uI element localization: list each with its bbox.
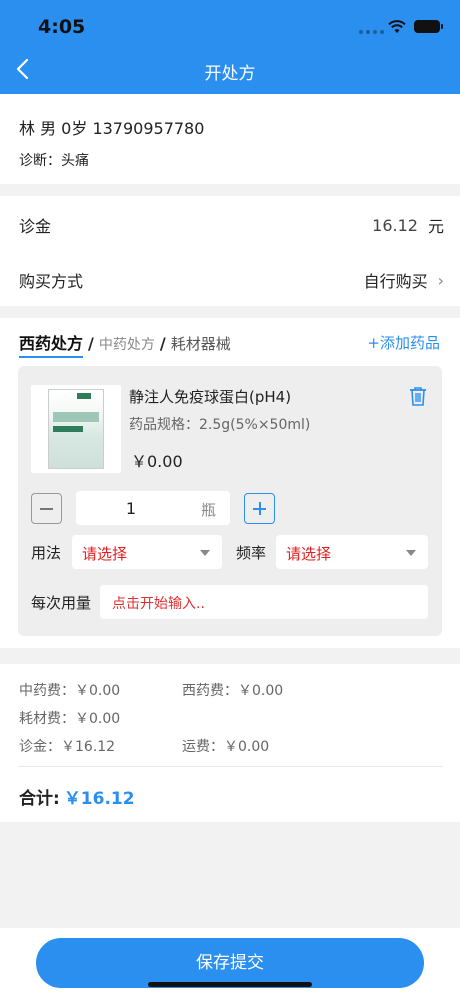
tab-western-prescription[interactable]: 西药处方 bbox=[19, 330, 84, 358]
purchase-method-row[interactable]: 购买方式 自行购买 › bbox=[0, 251, 460, 306]
tab-consumables[interactable]: 耗材器械 bbox=[171, 333, 231, 354]
chevron-right-icon: › bbox=[437, 270, 444, 290]
prescription-tabs: 西药处方 / 中药处方 / 耗材器械 bbox=[19, 330, 231, 358]
prescription-card: 西药处方 / 中药处方 / 耗材器械 +添加药品 静注人免疫球蛋白(pH4) 药… bbox=[0, 318, 460, 648]
caret-down-icon bbox=[200, 550, 210, 556]
drug-image bbox=[31, 385, 121, 473]
usage-label: 用法 bbox=[31, 544, 62, 562]
drug-item: 静注人免疫球蛋白(pH4) 药品规格：2.5g(5%×50ml) ￥0.00 1… bbox=[18, 366, 442, 636]
total-amount: ￥16.12 bbox=[63, 789, 135, 809]
dose-input[interactable]: 点击开始输入.. bbox=[100, 585, 428, 619]
decrease-quantity-button[interactable] bbox=[31, 493, 62, 524]
patient-diagnosis: 诊断：头痛 bbox=[19, 153, 89, 169]
increase-quantity-button[interactable] bbox=[244, 493, 275, 524]
drug-spec: 药品规格：2.5g(5%×50ml) bbox=[129, 417, 311, 433]
purchase-method-value: 自行购买 bbox=[363, 272, 428, 291]
status-bar: 4:05 bbox=[0, 0, 460, 44]
quantity-field[interactable]: 1 瓶 bbox=[76, 491, 230, 525]
home-indicator bbox=[148, 982, 312, 987]
frequency-select[interactable]: 请选择 bbox=[276, 535, 428, 569]
consult-fee-row: 诊金 16.12 元 bbox=[0, 196, 460, 251]
frequency-label: 频率 bbox=[236, 544, 267, 562]
consult-fee-label: 诊金 bbox=[19, 217, 52, 236]
divider bbox=[19, 766, 442, 767]
trash-icon[interactable] bbox=[408, 386, 428, 406]
patient-info: 林 男 0岁 13790957780 bbox=[19, 119, 205, 138]
dose-label: 每次用量 bbox=[31, 594, 92, 612]
add-drug-button[interactable]: +添加药品 bbox=[367, 332, 440, 353]
western-medicine-fee: 西药费：￥0.00 bbox=[182, 683, 284, 699]
consult-fee-unit: 元 bbox=[427, 217, 444, 236]
patient-card: 林 男 0岁 13790957780 诊断：头痛 bbox=[0, 94, 460, 184]
frequency-placeholder: 请选择 bbox=[286, 545, 332, 563]
chinese-medicine-fee: 中药费：￥0.00 bbox=[19, 683, 121, 699]
drug-name: 静注人免疫球蛋白(pH4) bbox=[129, 388, 292, 406]
quantity-unit: 瓶 bbox=[200, 501, 216, 519]
drug-price: ￥0.00 bbox=[131, 452, 183, 471]
consult-fee-summary: 诊金：￥16.12 bbox=[19, 739, 116, 755]
usage-select[interactable]: 请选择 bbox=[72, 535, 222, 569]
usage-placeholder: 请选择 bbox=[82, 545, 128, 563]
dose-placeholder: 点击开始输入.. bbox=[112, 596, 205, 612]
fee-settings-card: 诊金 16.12 元 购买方式 自行购买 › bbox=[0, 196, 460, 306]
wifi-icon bbox=[388, 20, 406, 33]
cellular-signal-icon bbox=[359, 30, 384, 34]
nav-bar: 开处方 bbox=[0, 44, 460, 94]
consult-fee-value: 16.12 bbox=[372, 215, 418, 235]
tab-chinese-prescription[interactable]: 中药处方 bbox=[99, 334, 155, 354]
tab-separator: / bbox=[88, 334, 94, 353]
total-label: 合计: bbox=[19, 789, 60, 809]
page-title: 开处方 bbox=[204, 64, 256, 84]
status-time: 4:05 bbox=[38, 16, 86, 38]
quantity-value: 1 bbox=[125, 499, 137, 518]
shipping-fee: 运费：￥0.00 bbox=[182, 739, 270, 755]
purchase-method-label: 购买方式 bbox=[19, 272, 84, 291]
bottom-bar: 保存提交 bbox=[0, 928, 460, 996]
caret-down-icon bbox=[406, 550, 416, 556]
total-line: 合计: ￥16.12 bbox=[19, 784, 135, 809]
save-submit-button[interactable]: 保存提交 bbox=[36, 938, 424, 988]
tab-separator: / bbox=[159, 334, 166, 353]
fee-summary-card: 中药费：￥0.00 西药费：￥0.00 耗材费：￥0.00 诊金：￥16.12 … bbox=[0, 664, 460, 822]
consumables-fee: 耗材费：￥0.00 bbox=[19, 711, 121, 727]
battery-icon bbox=[414, 20, 443, 33]
